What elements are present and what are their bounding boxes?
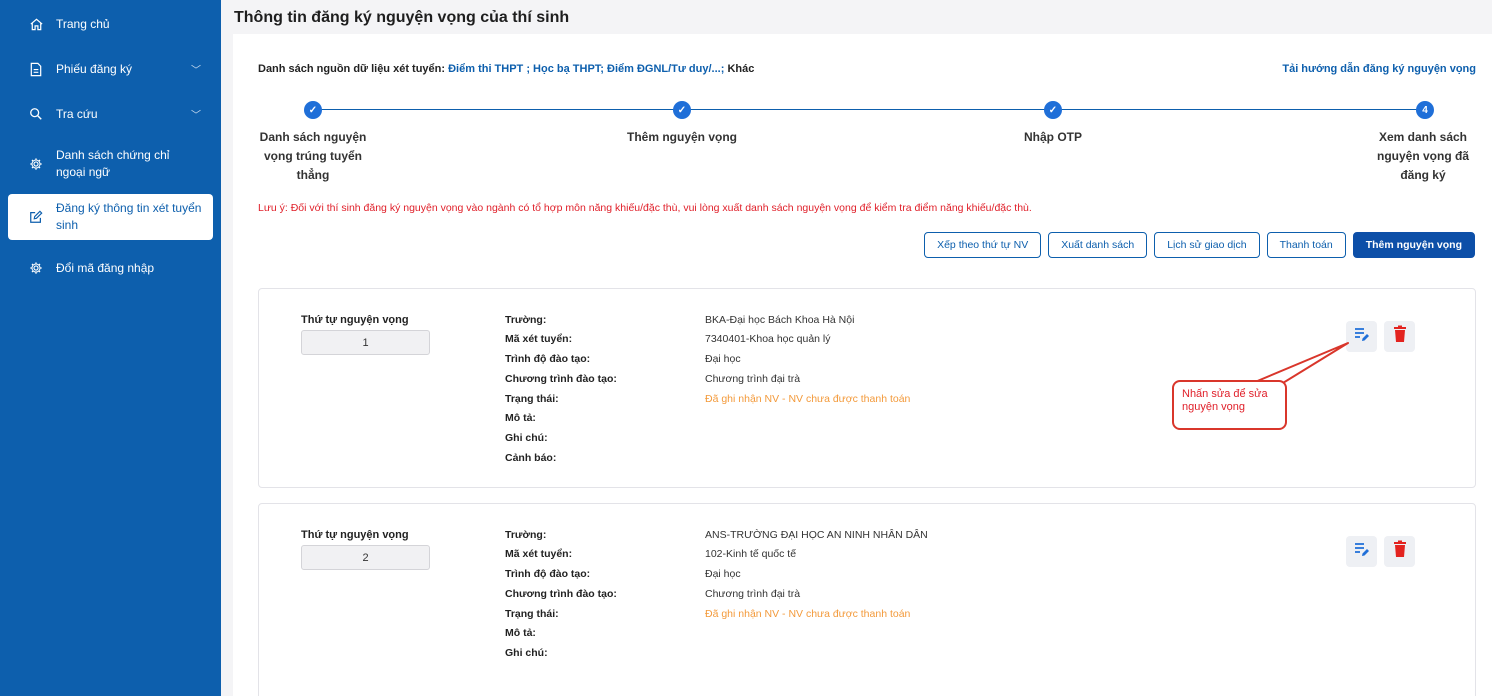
level-value: Đại học [705,353,741,365]
note-label: Ghi chú: [505,647,548,659]
page-title: Thông tin đăng ký nguyện vọng của thí si… [234,9,570,26]
edit-list-icon [1353,325,1371,348]
school-label: Trường: [505,529,547,541]
sidebar: Trang chủ Phiếu đăng ký ﹀ Tra cứu ﹀ Danh… [0,0,221,696]
step-1-check-icon: ✓ [304,101,322,119]
wish-card: Thứ tự nguyện vọng 2 Trường: Mã xét tuyể… [258,503,1476,696]
document-icon [28,61,44,77]
chevron-down-icon: ﹀ [191,65,201,77]
sidebar-item-registration-form[interactable]: Phiếu đăng ký ﹀ [8,57,213,81]
data-sources-links[interactable]: Điểm thi THPT ; Học bạ THPT; Điểm ĐGNL/T… [448,63,724,75]
gear-icon [28,260,44,276]
step-4-number: 4 [1416,101,1434,119]
status-label: Trạng thái: [505,393,559,405]
sidebar-item-language-certificates[interactable]: Danh sách chứng chỉ ngoại ngữ [8,144,213,184]
code-label: Mã xét tuyển: [505,333,573,345]
wish-order-value: 1 [301,330,430,355]
stepper-line [313,109,1420,110]
search-icon [28,106,44,122]
data-sources-label: Danh sách nguồn dữ liệu xét tuyển: [258,63,446,75]
step-1-label: Danh sách nguyện vọng trúng tuyển thẳng [259,130,367,182]
sidebar-item-label: Tra cứu [56,106,98,121]
home-icon [28,16,44,32]
step-4-label: Xem danh sách nguyện vọng đã đăng ký [1376,130,1469,182]
description-label: Mô tả: [505,627,536,639]
gear-icon [28,156,44,172]
download-guide-link[interactable]: Tải hướng dẫn đăng ký nguyện vọng [1282,63,1476,75]
add-wish-button[interactable]: Thêm nguyện vọng [1352,232,1475,258]
level-value: Đại học [705,568,741,580]
note-label: Ghi chú: [505,432,548,444]
status-label: Trạng thái: [505,608,559,620]
sidebar-item-label: Đăng ký thông tin xét tuyển sinh [56,201,202,232]
sidebar-item-label: Đổi mã đăng nhập [56,260,155,275]
main-content: Danh sách nguồn dữ liệu xét tuyển: Điểm … [233,34,1492,696]
delete-wish-button[interactable] [1384,536,1415,567]
level-label: Trình độ đào tạo: [505,353,591,365]
sidebar-item-label: Trang chủ [56,16,110,31]
data-sources: Danh sách nguồn dữ liệu xét tuyển: Điểm … [258,63,754,75]
warning-label: Cảnh báo: [505,452,557,464]
edit-wish-button[interactable] [1346,321,1377,352]
school-value: ANS-TRƯỜNG ĐẠI HỌC AN NINH NHÂN DÂN [705,529,928,541]
code-label: Mã xét tuyển: [505,548,573,560]
edit-list-icon [1353,540,1371,563]
step-3-check-icon: ✓ [1044,101,1062,119]
wish-order-label: Thứ tự nguyện vọng [301,314,409,326]
sidebar-item-label: Danh sách chứng chỉ ngoại ngữ [56,148,170,179]
edit-wish-button[interactable] [1346,536,1377,567]
sidebar-item-label: Phiếu đăng ký [56,61,133,76]
data-sources-other: Khác [727,63,755,75]
code-value: 102-Kinh tế quốc tế [705,548,797,560]
description-label: Mô tả: [505,412,536,424]
action-buttons: Xếp theo thứ tự NV Xuất danh sách Lịch s… [924,232,1475,258]
sort-by-order-button[interactable]: Xếp theo thứ tự NV [924,232,1042,258]
program-label: Chương trình đào tạo: [505,373,617,385]
program-value: Chương trình đại trà [705,588,801,600]
wish-order-value: 2 [301,545,430,570]
school-label: Trường: [505,314,547,326]
wish-order-label: Thứ tự nguyện vọng [301,529,409,541]
sidebar-item-home[interactable]: Trang chủ [8,12,213,36]
trash-icon [1393,325,1407,348]
status-value: Đã ghi nhận NV - NV chưa được thanh toán [705,393,911,405]
step-2-check-icon: ✓ [673,101,691,119]
sidebar-item-admission-registration[interactable]: Đăng ký thông tin xét tuyển sinh [8,194,213,240]
program-label: Chương trình đào tạo: [505,588,617,600]
delete-wish-button[interactable] [1384,321,1415,352]
warning-note: Lưu ý: Đối với thí sinh đăng ký nguyện v… [258,202,1032,214]
edit-hint-callout: Nhấn sửa để sửa nguyện vọng [1172,380,1287,430]
code-value: 7340401-Khoa học quản lý [705,333,831,345]
step-3-label: Nhập OTP [1023,130,1082,144]
program-value: Chương trình đại trà [705,373,801,385]
level-label: Trình độ đào tạo: [505,568,591,580]
edit-icon [28,209,44,225]
chevron-down-icon: ﹀ [191,110,201,122]
sidebar-item-change-login-code[interactable]: Đổi mã đăng nhập [8,256,213,280]
payment-button[interactable]: Thanh toán [1266,232,1346,258]
export-list-button[interactable]: Xuất danh sách [1048,232,1148,258]
step-2-label: Thêm nguyện vọng [626,130,737,144]
wish-card: Thứ tự nguyện vọng 1 Trường: Mã xét tuyể… [258,288,1476,488]
school-value: BKA-Đại học Bách Khoa Hà Nội [705,314,855,326]
transaction-history-button[interactable]: Lịch sử giao dịch [1154,232,1260,258]
status-value: Đã ghi nhận NV - NV chưa được thanh toán [705,608,911,620]
trash-icon [1393,540,1407,563]
sidebar-item-lookup[interactable]: Tra cứu ﹀ [8,102,213,126]
